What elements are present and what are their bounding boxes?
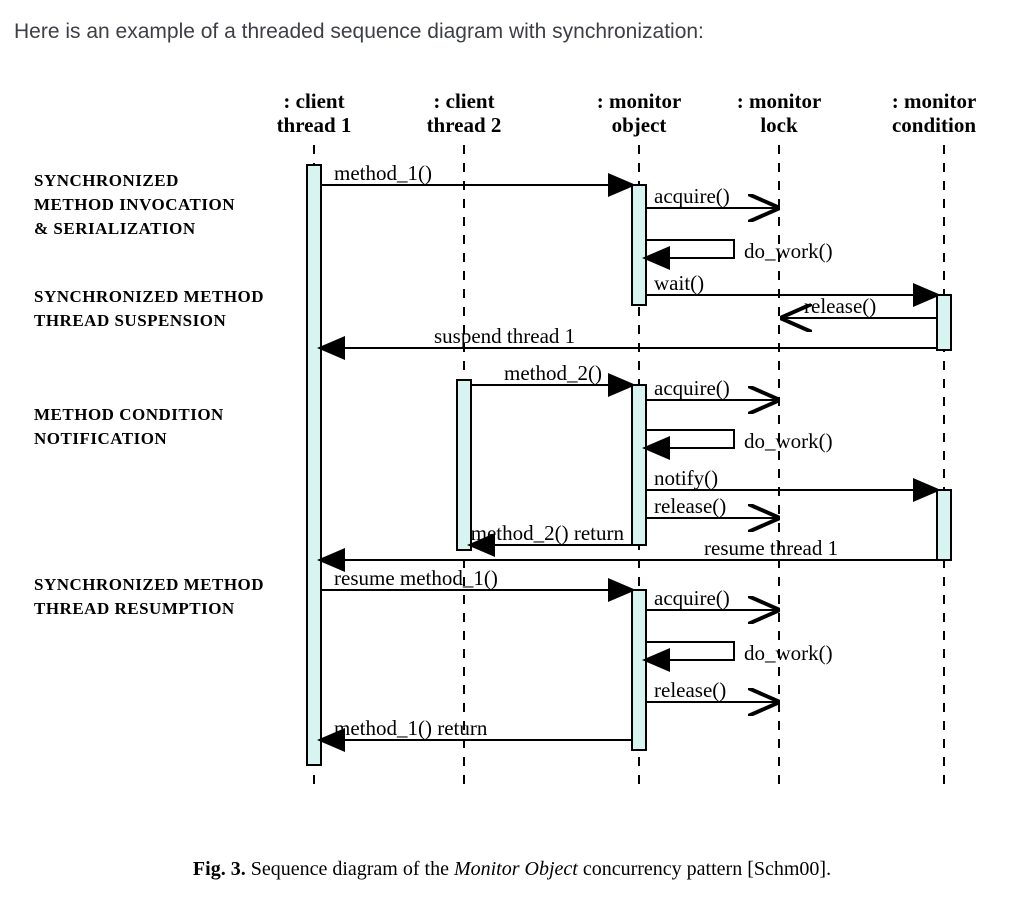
caption-fig: Fig. 3.: [193, 858, 246, 880]
msg-wait: wait(): [654, 271, 704, 295]
msg-method2return: method_2() return: [471, 521, 625, 545]
lifeline-client-thread-1: : client: [283, 90, 344, 113]
msg-method1: method_1(): [334, 161, 432, 185]
activation-client1: [307, 165, 321, 765]
activation-monitor-3: [632, 590, 646, 750]
phase-1c: & SERIALIZATION: [34, 219, 196, 238]
activation-client2: [457, 380, 471, 550]
lifeline-client-thread-2b: thread 2: [427, 113, 502, 137]
intro-text: Here is an example of a threaded sequenc…: [14, 20, 704, 44]
caption-italic: Monitor Object: [454, 858, 578, 880]
msg-acquire3: acquire(): [654, 586, 730, 610]
msg-suspend: suspend thread 1: [434, 324, 575, 348]
phase-3a: METHOD CONDITION: [34, 405, 224, 424]
lifeline-monitor-lockb: lock: [760, 113, 798, 137]
lifeline-monitor-lock: : monitor: [737, 90, 822, 113]
lifeline-monitor-condb: condition: [892, 113, 976, 137]
msg-acquire1: acquire(): [654, 184, 730, 208]
lifeline-client-thread-2: : client: [433, 90, 494, 113]
sequence-diagram: : client thread 1 : client thread 2 : mo…: [24, 90, 1004, 810]
phase-2b: THREAD SUSPENSION: [34, 311, 226, 330]
phase-1b: METHOD INVOCATION: [34, 195, 235, 214]
activation-cond-1: [937, 295, 951, 350]
msg-notify: notify(): [654, 466, 718, 490]
phase-4b: THREAD RESUMPTION: [34, 599, 235, 618]
phase-3b: NOTIFICATION: [34, 429, 167, 448]
msg-release3: release(): [654, 678, 726, 702]
msg-method1return: method_1() return: [334, 716, 488, 740]
activation-monitor-2: [632, 385, 646, 545]
caption-text: Sequence diagram of the: [246, 858, 454, 880]
lifeline-monitor-cond: : monitor: [892, 90, 977, 113]
phase-4a: SYNCHRONIZED METHOD: [34, 575, 264, 594]
phase-1a: SYNCHRONIZED: [34, 171, 179, 190]
msg-dowork1: do_work(): [744, 239, 833, 263]
figure-caption: Fig. 3. Sequence diagram of the Monitor …: [0, 858, 1024, 881]
msg-acquire2: acquire(): [654, 376, 730, 400]
lifeline-client-thread-1b: thread 1: [277, 113, 352, 137]
caption-tail: concurrency pattern [Schm00].: [578, 858, 831, 880]
msg-dowork2: do_work(): [744, 429, 833, 453]
phase-2a: SYNCHRONIZED METHOD: [34, 287, 264, 306]
msg-method2: method_2(): [504, 361, 602, 385]
activation-monitor-1: [632, 185, 646, 305]
msg-release1: release(): [804, 294, 876, 318]
msg-resumethread1: resume thread 1: [704, 536, 838, 560]
activation-cond-2: [937, 490, 951, 560]
lifeline-monitor-objectb: object: [612, 113, 667, 137]
msg-resumemethod1: resume method_1(): [334, 566, 498, 590]
msg-dowork3: do_work(): [744, 641, 833, 665]
lifeline-monitor-object: : monitor: [597, 90, 682, 113]
msg-release2: release(): [654, 494, 726, 518]
